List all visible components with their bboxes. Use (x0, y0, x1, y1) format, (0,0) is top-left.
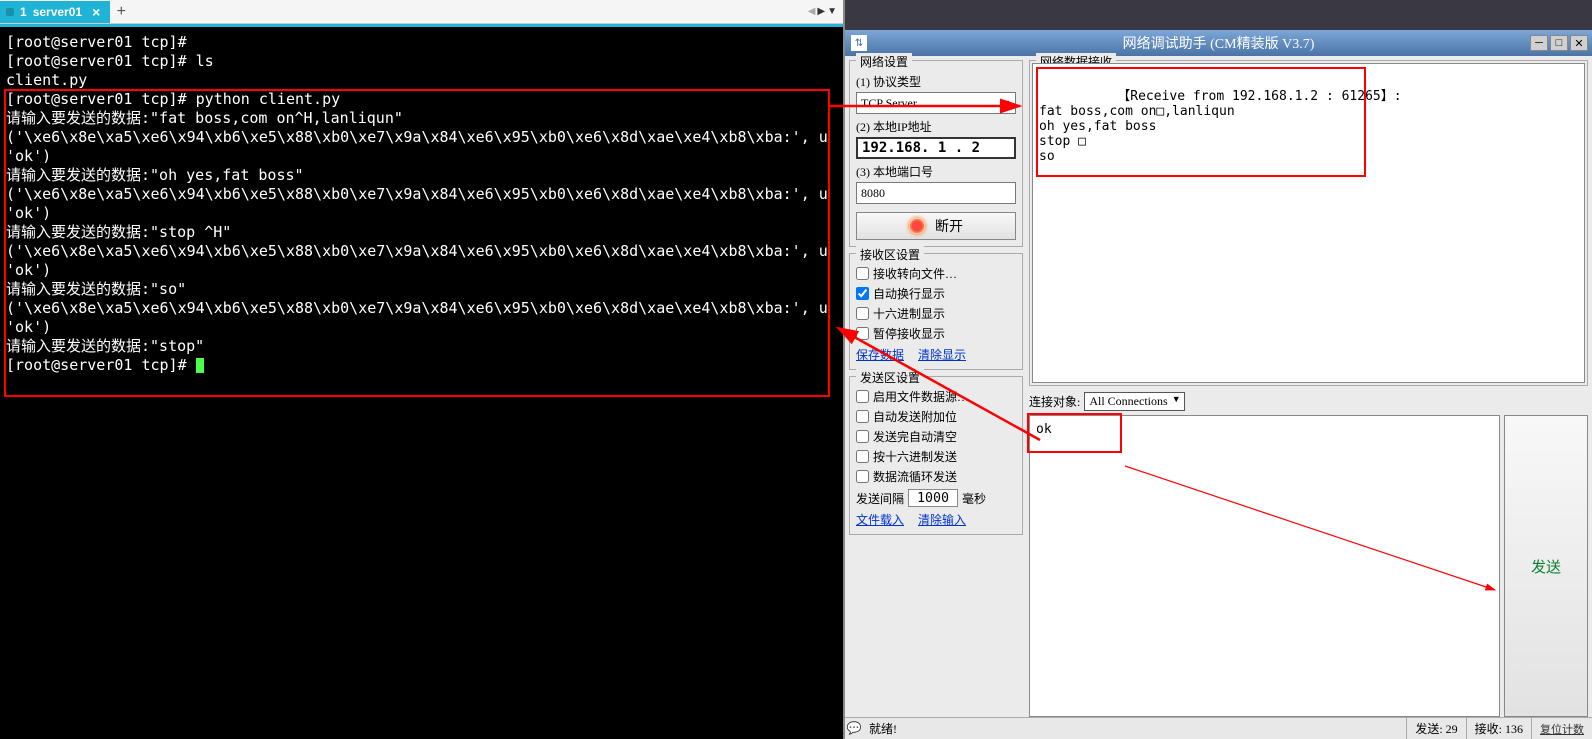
conn-target-label: 连接对象: (1029, 393, 1080, 410)
recv-data-group: 网络数据接收 【Receive from 192.168.1.2 : 61265… (1029, 60, 1588, 386)
tab-nav: ◀ ▶ ▼ (808, 6, 837, 17)
disconnect-button[interactable]: 断开 (856, 212, 1016, 240)
send-button[interactable]: 发送 (1504, 415, 1588, 717)
tab-menu-icon[interactable]: ▼ (827, 6, 837, 17)
send-settings-group: 发送区设置 启用文件数据源… 自动发送附加位 发送完自动清空 按十六进制发送 数… (849, 376, 1023, 535)
network-settings-group: 网络设置 (1) 协议类型 TCP Server ▼ (2) 本地IP地址 19… (849, 60, 1023, 247)
terminal-output[interactable]: [root@server01 tcp]# [root@server01 tcp]… (0, 24, 843, 739)
recv-textarea[interactable]: 【Receive from 192.168.1.2 : 61265】: fat … (1032, 63, 1585, 383)
disconnect-label: 断开 (935, 216, 963, 236)
port-label: (3) 本地端口号 (856, 163, 1016, 180)
protocol-select[interactable]: TCP Server ▼ (856, 92, 1016, 114)
status-ready: 就绪! (863, 720, 1406, 737)
net-assist-app: ⇅ 网络调试助手 (CM精装版 V3.7) ─ □ ✕ 网络设置 (1) 协议类… (845, 0, 1592, 739)
window-title: 网络调试助手 (CM精装版 V3.7) (1123, 33, 1315, 53)
connect-status-icon (909, 218, 925, 234)
tab-index: 1 (20, 5, 27, 19)
save-data-link[interactable]: 保存数据 (856, 346, 904, 363)
dark-top-bar (845, 0, 1592, 30)
recv-to-file-check[interactable]: 接收转向文件… (856, 265, 1016, 282)
recv-settings-group: 接收区设置 接收转向文件… 自动换行显示 十六进制显示 暂停接收显示 保存数据 … (849, 253, 1023, 370)
hex-display-check[interactable]: 十六进制显示 (856, 305, 1016, 322)
minimize-button[interactable]: ─ (1530, 35, 1548, 51)
clear-display-link[interactable]: 清除显示 (918, 346, 966, 363)
reset-counter-link[interactable]: 复位计数 (1540, 721, 1584, 737)
statusbar: 💬 就绪! 发送: 29 接收: 136 复位计数 (845, 717, 1592, 739)
send-textarea[interactable]: ok (1029, 415, 1500, 717)
recv-text: 【Receive from 192.168.1.2 : 61265】: fat … (1039, 89, 1402, 164)
chevron-down-icon: ▼ (1002, 98, 1011, 108)
terminal-tabbar: 1 server01 × + ◀ ▶ ▼ (0, 0, 843, 24)
tab-indicator-icon (6, 8, 14, 16)
terminal-tab[interactable]: 1 server01 × (0, 1, 110, 23)
conn-target-select[interactable]: All Connections (1084, 392, 1184, 411)
main-column: 网络数据接收 【Receive from 192.168.1.2 : 61265… (1029, 60, 1588, 717)
protocol-value: TCP Server (861, 96, 917, 111)
ip-label: (2) 本地IP地址 (856, 118, 1016, 135)
titlebar: ⇅ 网络调试助手 (CM精装版 V3.7) ─ □ ✕ (845, 30, 1592, 56)
add-tab-button[interactable]: + (110, 1, 132, 23)
terminal-pane: 1 server01 × + ◀ ▶ ▼ [root@server01 tcp]… (0, 0, 845, 739)
auto-wrap-check[interactable]: 自动换行显示 (856, 285, 1016, 302)
auto-clear-check[interactable]: 发送完自动清空 (856, 428, 1016, 445)
hex-send-check[interactable]: 按十六进制发送 (856, 448, 1016, 465)
status-recv: 接收: 136 (1466, 718, 1531, 739)
group-title: 网络设置 (856, 53, 912, 70)
group-title: 发送区设置 (856, 369, 924, 386)
file-source-check[interactable]: 启用文件数据源… (856, 388, 1016, 405)
loop-send-check[interactable]: 数据流循环发送 (856, 468, 1016, 485)
connection-target-row: 连接对象: All Connections (1029, 392, 1588, 411)
tab-next-icon[interactable]: ▶ (817, 6, 825, 17)
maximize-button[interactable]: □ (1550, 35, 1568, 51)
tab-prev-icon[interactable]: ◀ (808, 6, 816, 17)
load-file-link[interactable]: 文件载入 (856, 511, 904, 528)
protocol-label: (1) 协议类型 (856, 73, 1016, 90)
pause-recv-check[interactable]: 暂停接收显示 (856, 325, 1016, 342)
interval-label: 发送间隔 (856, 490, 904, 507)
close-button[interactable]: ✕ (1570, 35, 1588, 51)
send-text: ok (1036, 422, 1052, 437)
group-title: 接收区设置 (856, 246, 924, 263)
status-sent: 发送: 29 (1406, 718, 1465, 739)
interval-unit: 毫秒 (962, 490, 986, 507)
port-input[interactable]: 8080 (856, 182, 1016, 204)
app-icon: ⇅ (851, 35, 867, 51)
ip-input[interactable]: 192.168. 1 . 2 (856, 137, 1016, 159)
close-icon[interactable]: × (92, 4, 100, 20)
status-icon: 💬 (845, 721, 863, 736)
auto-append-check[interactable]: 自动发送附加位 (856, 408, 1016, 425)
settings-sidebar: 网络设置 (1) 协议类型 TCP Server ▼ (2) 本地IP地址 19… (849, 60, 1023, 717)
interval-input[interactable] (908, 489, 958, 507)
clear-input-link[interactable]: 清除输入 (918, 511, 966, 528)
tab-title: server01 (33, 5, 82, 19)
